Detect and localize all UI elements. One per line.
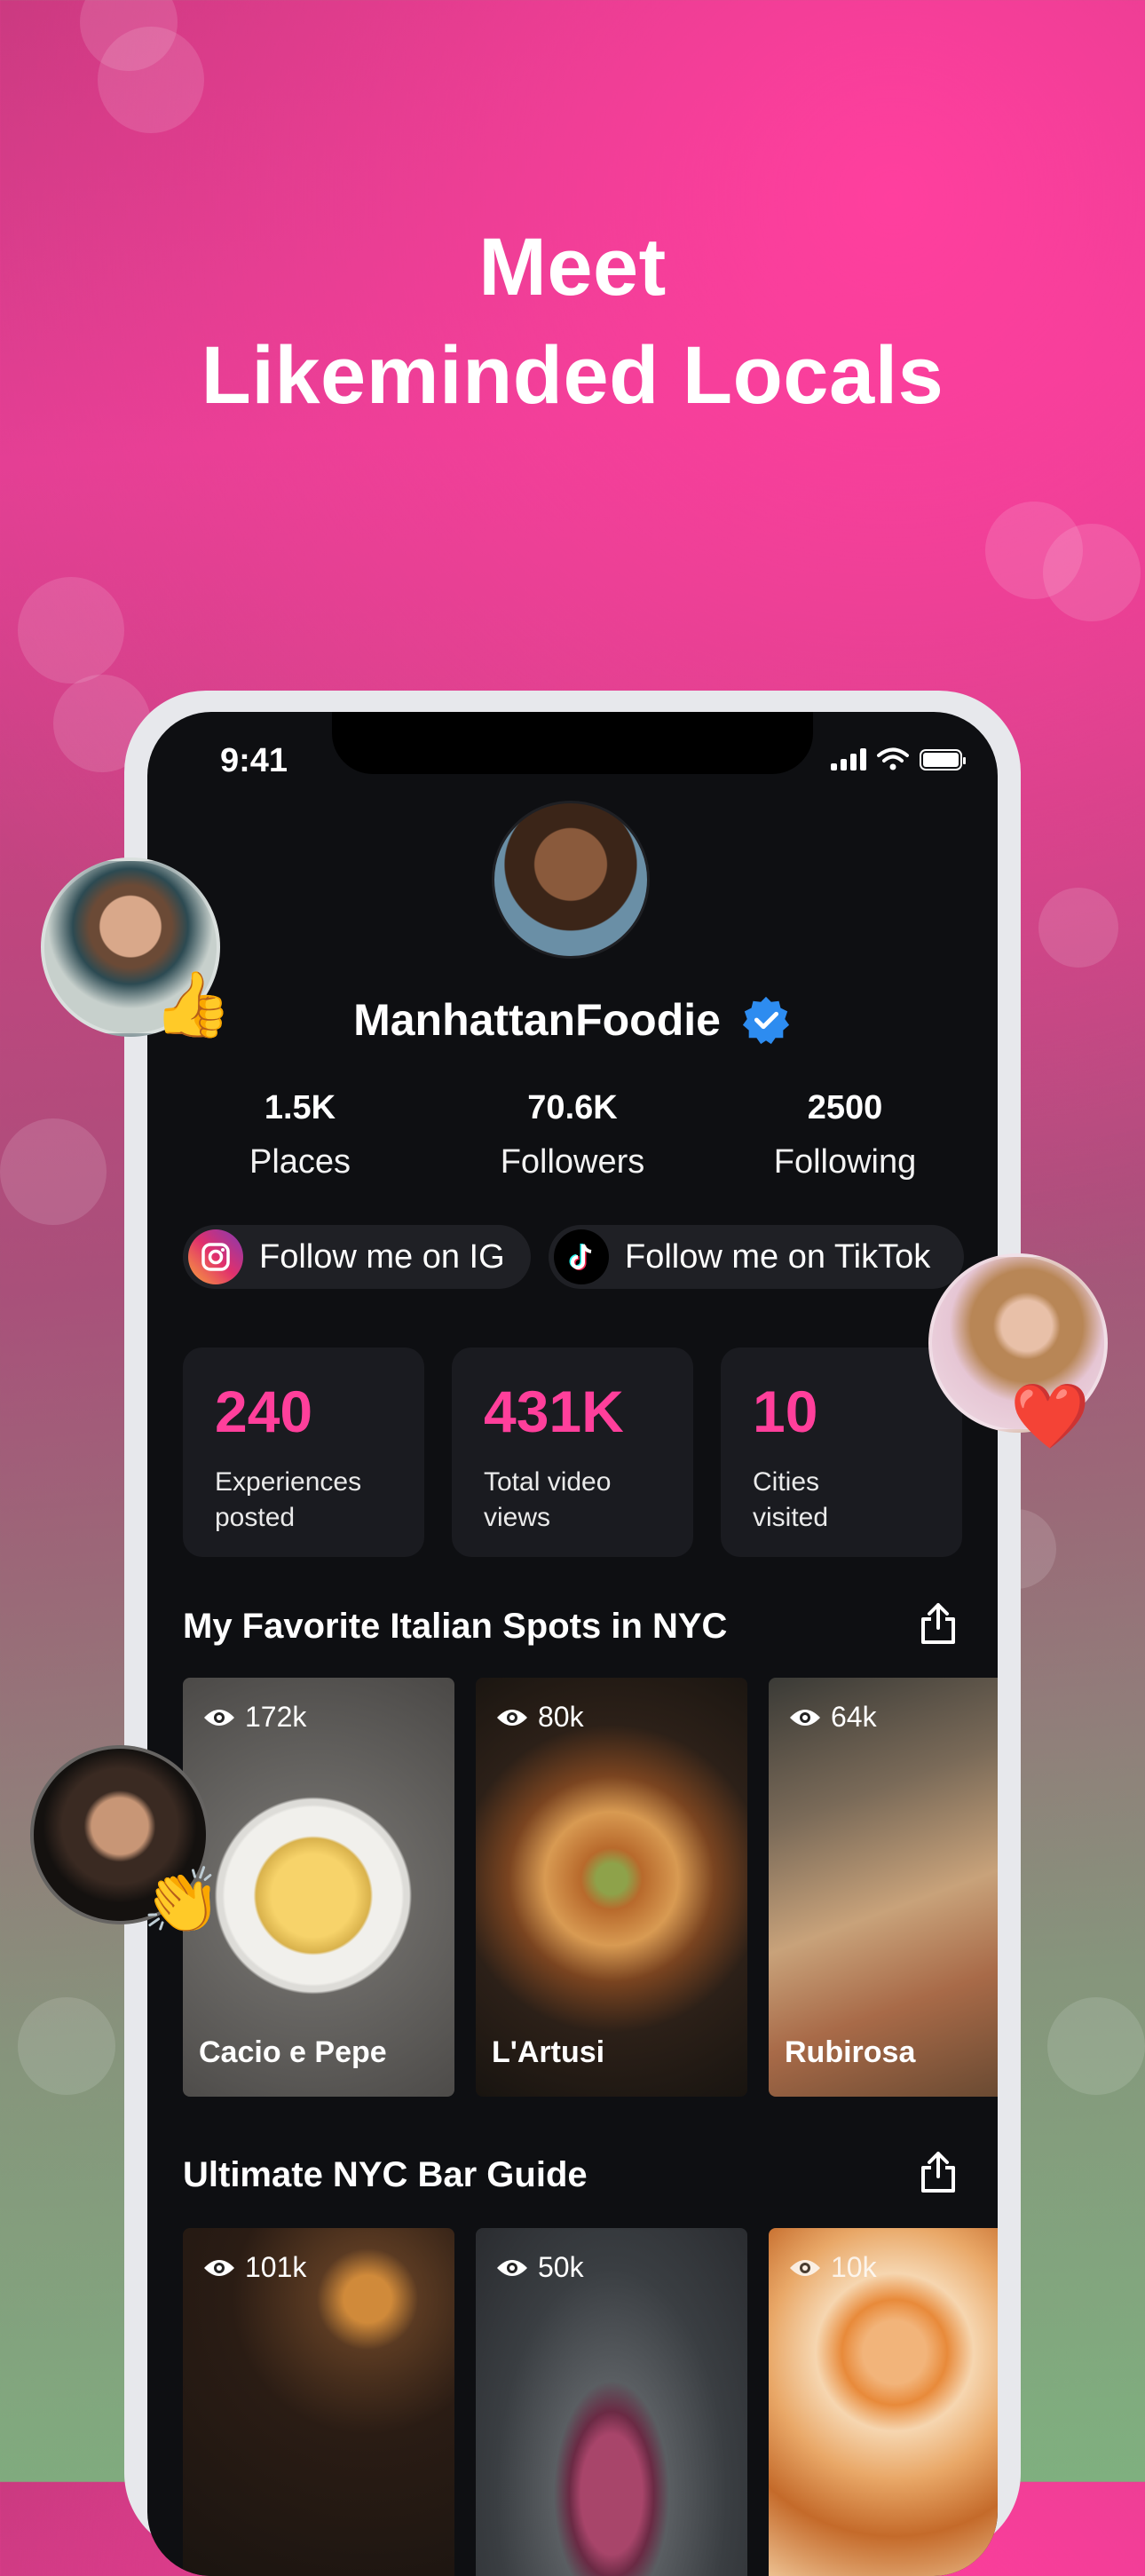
follow-tiktok-button[interactable]: Follow me on TikTok xyxy=(549,1225,964,1289)
bokeh-circle xyxy=(0,1118,107,1225)
card-label: Total video views xyxy=(484,1467,612,1532)
view-count-label: 50k xyxy=(538,2251,584,2283)
video-tile[interactable]: 101k xyxy=(183,2228,454,2576)
thumbs-up-icon: 👍 xyxy=(153,969,233,1040)
headline-line-2: Likeminded Locals xyxy=(201,330,944,421)
bokeh-circle xyxy=(18,577,124,684)
eye-icon xyxy=(204,2259,234,2276)
status-time: 9:41 xyxy=(220,742,288,779)
eye-icon xyxy=(790,1709,820,1726)
phone-screen: 9:41 ManhattanFoodie 1.5K Places 70.6K F… xyxy=(147,712,998,2576)
view-count-label: 80k xyxy=(538,1701,584,1733)
cellular-signal-icon xyxy=(831,747,866,770)
eye-icon xyxy=(204,1709,234,1726)
stat-card-views: 431K Total video views xyxy=(452,1347,693,1557)
eye-icon xyxy=(497,2259,527,2276)
headline-line-1: Meet xyxy=(478,222,667,312)
card-value: 10 xyxy=(753,1379,818,1444)
stat-value: 70.6K xyxy=(527,1089,618,1126)
follow-instagram-label: Follow me on IG xyxy=(259,1237,505,1276)
profile-avatar[interactable] xyxy=(492,801,650,959)
tile-name: Cacio e Pepe xyxy=(199,2035,387,2069)
wifi-icon xyxy=(877,747,909,770)
stat-card-experiences: 240 Experiences posted xyxy=(183,1347,424,1557)
tile-name: L'Artusi xyxy=(492,2035,605,2069)
view-count: 172k xyxy=(202,1701,306,1734)
view-count-label: 64k xyxy=(831,1701,877,1733)
instagram-icon xyxy=(188,1229,243,1284)
view-count-label: 101k xyxy=(245,2251,307,2283)
section-title: Ultimate NYC Bar Guide xyxy=(183,2155,588,2194)
view-count-label: 10k xyxy=(831,2251,877,2283)
verified-badge-icon xyxy=(742,996,790,1045)
share-icon[interactable] xyxy=(920,1601,957,1646)
battery-icon xyxy=(920,749,966,770)
tiktok-icon xyxy=(554,1229,609,1284)
username: ManhattanFoodie xyxy=(353,995,721,1045)
video-tile[interactable]: 64k Rubirosa xyxy=(769,1678,998,2097)
stat-label: Places xyxy=(249,1143,351,1181)
video-tile[interactable]: 50k xyxy=(476,2228,747,2576)
eye-icon xyxy=(497,1709,527,1726)
clapping-hands-icon: 👏 xyxy=(142,1866,222,1937)
view-count: 64k xyxy=(788,1701,877,1734)
stat-card-cities: 10 Cities visited xyxy=(721,1347,962,1557)
video-tile[interactable]: 10k xyxy=(769,2228,998,2576)
card-value: 240 xyxy=(215,1379,313,1444)
heart-icon: ❤️ xyxy=(1010,1381,1090,1452)
card-label: Cities visited xyxy=(753,1467,829,1532)
card-value: 431K xyxy=(484,1379,624,1444)
view-count: 10k xyxy=(788,2251,877,2284)
view-count: 80k xyxy=(495,1701,584,1734)
stat-label: Following xyxy=(773,1143,917,1181)
section-title: My Favorite Italian Spots in NYC xyxy=(183,1607,728,1646)
status-icons xyxy=(831,747,966,770)
stat-value: 1.5K xyxy=(264,1089,336,1126)
eye-icon xyxy=(790,2259,820,2276)
view-count: 50k xyxy=(495,2251,584,2284)
view-count-label: 172k xyxy=(245,1701,307,1733)
bokeh-circle xyxy=(18,1997,115,2095)
bokeh-circle xyxy=(1043,524,1141,621)
bokeh-circle xyxy=(1047,1997,1145,2095)
share-icon[interactable] xyxy=(920,2150,957,2194)
stat-value: 2500 xyxy=(807,1089,883,1126)
headline: Meet Likeminded Locals xyxy=(0,213,1145,430)
view-count: 101k xyxy=(202,2251,306,2284)
video-tile[interactable]: 80k L'Artusi xyxy=(476,1678,747,2097)
card-label: Experiences posted xyxy=(215,1467,362,1532)
username-row: ManhattanFoodie xyxy=(147,994,998,1046)
stat-following[interactable]: 2500 Following xyxy=(712,1089,978,1181)
follow-tiktok-label: Follow me on TikTok xyxy=(625,1237,931,1276)
bokeh-circle xyxy=(1038,888,1118,968)
tile-name: Rubirosa xyxy=(785,2035,916,2069)
stat-places[interactable]: 1.5K Places xyxy=(167,1089,433,1181)
stat-label: Followers xyxy=(500,1143,645,1181)
stat-followers[interactable]: 70.6K Followers xyxy=(439,1089,706,1181)
follow-instagram-button[interactable]: Follow me on IG xyxy=(183,1225,531,1289)
phone-notch xyxy=(332,712,813,774)
video-tile[interactable]: 172k Cacio e Pepe xyxy=(183,1678,454,2097)
